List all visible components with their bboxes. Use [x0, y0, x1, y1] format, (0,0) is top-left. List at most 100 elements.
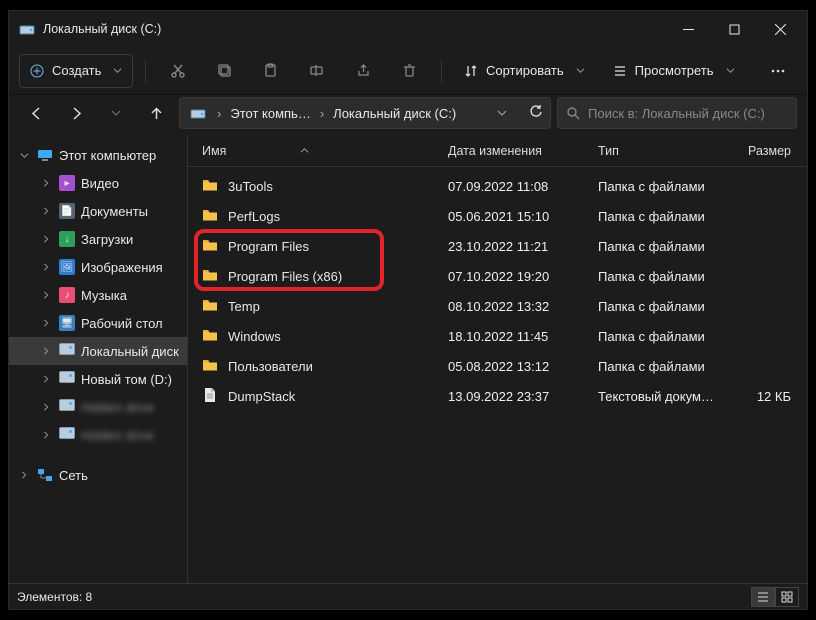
sidebar-label: Рабочий стол	[81, 316, 163, 331]
sidebar-item-documents[interactable]: 📄 Документы	[9, 197, 187, 225]
close-button[interactable]	[757, 13, 803, 45]
copy-button[interactable]	[205, 54, 243, 88]
chevron-right-icon[interactable]	[39, 375, 53, 383]
sidebar-item-hidden[interactable]: Hidden drive	[9, 393, 187, 421]
table-row[interactable]: DumpStack 13.09.2022 23:37Текстовый докум…	[188, 381, 807, 411]
chevron-right-icon[interactable]	[39, 179, 53, 187]
nav-row: › Этот компь… › Локальный диск (C:) Поис…	[9, 95, 807, 135]
recent-button[interactable]	[99, 98, 133, 128]
column-header-size[interactable]: Размер	[748, 144, 807, 158]
file-type: Папка с файлами	[598, 179, 748, 194]
back-button[interactable]	[19, 98, 53, 128]
sidebar-item-music[interactable]: ♪ Музыка	[9, 281, 187, 309]
sidebar-item-videos[interactable]: ▸ Видео	[9, 169, 187, 197]
drive-icon	[190, 105, 206, 121]
delete-button[interactable]	[391, 54, 429, 88]
file-date: 05.08.2022 13:12	[448, 359, 598, 374]
minimize-button[interactable]	[665, 13, 711, 45]
chevron-right-icon[interactable]	[39, 431, 53, 439]
file-date: 13.09.2022 23:37	[448, 389, 598, 404]
video-icon: ▸	[59, 175, 75, 191]
drive-icon	[59, 399, 75, 415]
window-title: Локальный диск (C:)	[43, 22, 665, 36]
chevron-right-icon[interactable]	[39, 319, 53, 327]
view-mode-buttons	[751, 587, 799, 607]
chevron-down-icon	[113, 63, 122, 78]
sidebar-label: Этот компьютер	[59, 148, 156, 163]
rename-button[interactable]	[298, 54, 336, 88]
maximize-button[interactable]	[711, 13, 757, 45]
sidebar-label: Hidden drive	[81, 428, 154, 443]
chevron-right-icon[interactable]	[17, 471, 31, 479]
view-label: Просмотреть	[635, 63, 714, 78]
file-type: Текстовый докум…	[598, 389, 748, 404]
search-placeholder: Поиск в: Локальный диск (C:)	[588, 106, 765, 121]
details-view-button[interactable]	[751, 587, 775, 607]
sidebar-item-new-volume[interactable]: Новый том (D:)	[9, 365, 187, 393]
table-row[interactable]: Пользователи05.08.2022 13:12Папка с файл…	[188, 351, 807, 381]
chevron-down-icon[interactable]	[497, 106, 507, 121]
chevron-down-icon	[726, 63, 735, 78]
chevron-down-icon[interactable]	[17, 151, 31, 160]
breadcrumb-item[interactable]: Этот компь…	[228, 106, 312, 121]
sidebar-label: Изображения	[81, 260, 163, 275]
up-button[interactable]	[139, 98, 173, 128]
cut-button[interactable]	[158, 54, 196, 88]
column-header-date[interactable]: Дата изменения	[448, 144, 598, 158]
body: Этот компьютер ▸ Видео 📄 Документы ↓ Заг…	[9, 135, 807, 583]
table-row[interactable]: 3uTools07.09.2022 11:08Папка с файлами	[188, 171, 807, 201]
file-date: 08.10.2022 13:32	[448, 299, 598, 314]
file-type: Папка с файлами	[598, 329, 748, 344]
sort-icon	[464, 64, 478, 78]
table-row[interactable]: Windows 18.10.2022 11:45Папка с файлами	[188, 321, 807, 351]
chevron-right-icon[interactable]: ›	[214, 106, 224, 121]
chevron-right-icon[interactable]	[39, 207, 53, 215]
table-row[interactable]: Temp08.10.2022 13:32Папка с файлами	[188, 291, 807, 321]
sidebar-label: Сеть	[59, 468, 88, 483]
search-icon	[566, 106, 580, 120]
create-button[interactable]: Создать	[19, 54, 133, 88]
share-button[interactable]	[344, 54, 382, 88]
search-input[interactable]: Поиск в: Локальный диск (C:)	[557, 97, 797, 129]
sidebar-item-pictures[interactable]: 🖼 Изображения	[9, 253, 187, 281]
downloads-icon: ↓	[59, 231, 75, 247]
chevron-right-icon[interactable]	[39, 263, 53, 271]
file-name: DumpStack	[228, 389, 295, 404]
sidebar-item-network[interactable]: Сеть	[9, 461, 187, 489]
table-row[interactable]: Program Files23.10.2022 11:21Папка с фай…	[188, 231, 807, 261]
forward-button[interactable]	[59, 98, 93, 128]
file-name: Windows	[228, 329, 281, 344]
titlebar: Локальный диск (C:)	[9, 11, 807, 47]
thumbnails-view-button[interactable]	[775, 587, 799, 607]
column-header-type[interactable]: Тип	[598, 144, 748, 158]
breadcrumb-item[interactable]: Локальный диск (C:)	[331, 106, 458, 121]
chevron-right-icon[interactable]	[39, 403, 53, 411]
more-button[interactable]	[759, 54, 797, 88]
paste-button[interactable]	[251, 54, 289, 88]
column-header-name[interactable]: Имя	[188, 144, 448, 158]
chevron-right-icon[interactable]: ›	[317, 106, 327, 121]
file-size: 12 КБ	[748, 389, 807, 404]
sort-button[interactable]: Сортировать	[454, 54, 595, 88]
file-explorer-window: Локальный диск (C:) Создать Сортировать …	[8, 10, 808, 610]
sidebar-item-desktop[interactable]: 🖥 Рабочий стол	[9, 309, 187, 337]
sidebar-item-this-pc[interactable]: Этот компьютер	[9, 141, 187, 169]
status-text: Элементов: 8	[17, 590, 92, 604]
address-bar[interactable]: › Этот компь… › Локальный диск (C:)	[179, 97, 551, 129]
chevron-right-icon[interactable]	[39, 235, 53, 243]
separator	[145, 59, 146, 83]
sidebar-item-local-disk[interactable]: Локальный диск	[9, 337, 187, 365]
sidebar-item-hidden[interactable]: Hidden drive	[9, 421, 187, 449]
file-date: 18.10.2022 11:45	[448, 329, 598, 344]
chevron-right-icon[interactable]	[39, 291, 53, 299]
column-headers: Имя Дата изменения Тип Размер	[188, 135, 807, 167]
refresh-button[interactable]	[529, 104, 544, 122]
file-type: Папка с файлами	[598, 299, 748, 314]
file-date: 23.10.2022 11:21	[448, 239, 598, 254]
view-button[interactable]: Просмотреть	[603, 54, 745, 88]
drive-icon	[59, 343, 75, 359]
chevron-right-icon[interactable]	[39, 347, 53, 355]
table-row[interactable]: Program Files (x86)07.10.2022 19:20Папка…	[188, 261, 807, 291]
sidebar-item-downloads[interactable]: ↓ Загрузки	[9, 225, 187, 253]
table-row[interactable]: PerfLogs05.06.2021 15:10Папка с файлами	[188, 201, 807, 231]
